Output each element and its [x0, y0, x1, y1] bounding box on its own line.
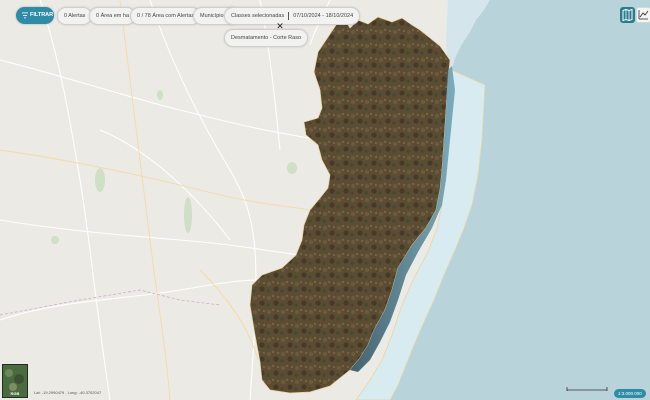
- scale-selector[interactable]: 1:3.000.000: [614, 389, 646, 398]
- area-ha-pill: 0 Área em ha: [89, 7, 137, 25]
- municipio-label: Município: [200, 13, 224, 19]
- filter-icon: [22, 12, 28, 19]
- map-layers-icon: [622, 8, 633, 22]
- map-canvas[interactable]: [0, 0, 650, 400]
- map-svg: [0, 0, 650, 400]
- close-icon[interactable]: ✕: [275, 21, 285, 31]
- map-layers-button[interactable]: [620, 7, 635, 23]
- chart-button[interactable]: [636, 7, 650, 23]
- filter-button[interactable]: FILTRAR: [16, 7, 54, 24]
- chart-icon: [638, 10, 649, 20]
- basemap-switcher[interactable]: RGB: [2, 364, 28, 398]
- date-filter-pill[interactable]: Classes selecionadas 07/10/2024 - 18/10/2…: [224, 7, 361, 25]
- classes-separator: [288, 11, 290, 20]
- cursor-coordinates: Lat: -19.2990479 , Long: -40.3702047: [34, 390, 102, 395]
- date-range: 07/10/2024 - 18/10/2024: [293, 13, 354, 19]
- classes-label: Classes selecionadas: [231, 13, 285, 19]
- scale-bar: [566, 387, 608, 391]
- filter-label: FILTRAR: [30, 12, 54, 18]
- scale-value-label: 1:3.000.000: [618, 391, 642, 396]
- area-with-alerts-pill: 0 / 78 Área com Alertas: [130, 7, 202, 25]
- active-filter-chip[interactable]: Desmatamento - Corte Raso: [224, 29, 308, 47]
- basemap-label: RGB: [10, 391, 20, 396]
- alerts-count-pill: 0 Alertas: [57, 7, 93, 25]
